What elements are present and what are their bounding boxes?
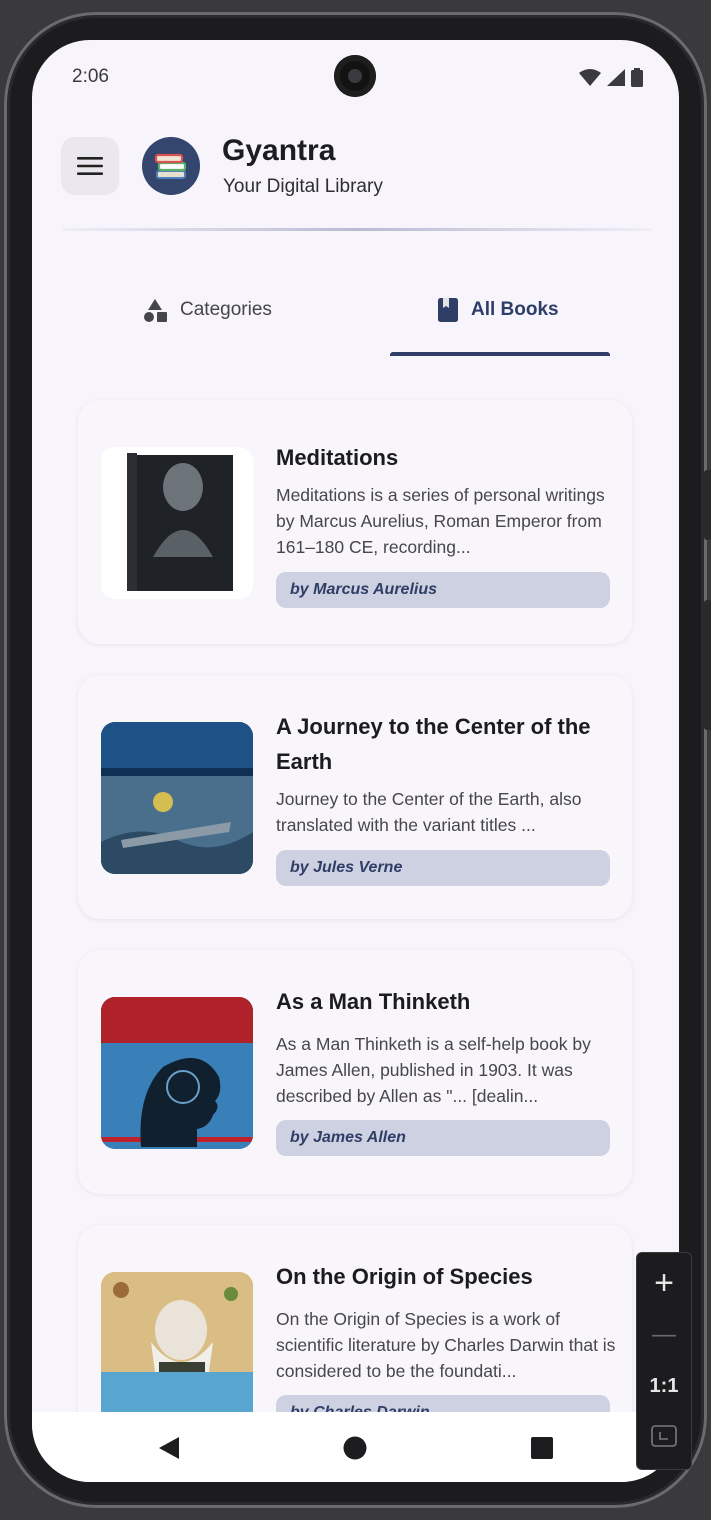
book-title: As a Man Thinketh xyxy=(276,989,471,1014)
author-chip: by James Allen xyxy=(276,1120,610,1156)
tab-active-indicator xyxy=(390,352,610,356)
wifi-icon xyxy=(579,68,601,86)
home-icon[interactable] xyxy=(343,1436,367,1460)
battery-icon xyxy=(631,68,643,87)
book-icon xyxy=(438,298,458,322)
book-title: Meditations xyxy=(276,445,399,470)
book-card[interactable]: A Journey to the Center of the Earth Jou… xyxy=(78,675,632,919)
book-description: As a Man Thinketh is a self-help book by… xyxy=(276,1034,591,1106)
shapes-icon xyxy=(144,299,167,322)
book-description: Journey to the Center of the Earth, also… xyxy=(276,789,582,835)
system-navigation-bar xyxy=(32,1412,679,1482)
status-icons xyxy=(579,68,643,87)
books-stack-icon xyxy=(154,153,187,179)
book-cover-image xyxy=(101,997,253,1149)
status-bar: 2:06 xyxy=(32,40,679,116)
device-screen: 2:06 Gyantra Your Digital Library Catego… xyxy=(32,40,679,1482)
tab-bar: Categories All Books xyxy=(32,270,679,360)
zoom-in-button[interactable]: + xyxy=(637,1261,691,1305)
fit-screen-button[interactable] xyxy=(637,1425,691,1455)
book-description: On the Origin of Species is a work of sc… xyxy=(276,1309,616,1381)
back-icon[interactable] xyxy=(157,1436,181,1460)
book-description: Meditations is a series of personal writ… xyxy=(276,485,605,557)
book-cover-image xyxy=(101,722,253,874)
tab-categories-label: Categories xyxy=(180,299,272,320)
tab-categories[interactable]: Categories xyxy=(142,270,272,350)
volume-button xyxy=(704,470,711,540)
book-cover-image xyxy=(101,1272,253,1424)
book-card[interactable]: Meditations Meditations is a series of p… xyxy=(78,400,632,644)
tab-all-books-label: All Books xyxy=(471,299,559,320)
zoom-out-button[interactable]: — xyxy=(637,1315,691,1355)
book-card[interactable]: As a Man Thinketh As a Man Thinketh is a… xyxy=(78,950,632,1194)
author-chip: by Marcus Aurelius xyxy=(276,572,610,608)
menu-button[interactable] xyxy=(61,137,119,195)
app-bar: Gyantra Your Digital Library xyxy=(32,130,679,240)
power-button xyxy=(704,600,711,730)
status-time: 2:06 xyxy=(72,66,109,87)
book-cover-image xyxy=(101,447,253,599)
app-subtitle: Your Digital Library xyxy=(223,176,383,197)
author-chip: by Jules Verne xyxy=(276,850,610,886)
front-camera xyxy=(334,55,376,97)
book-title: On the Origin of Species xyxy=(276,1264,533,1289)
emulator-zoom-panel: + — 1:1 xyxy=(636,1252,692,1470)
zoom-reset-button[interactable]: 1:1 xyxy=(637,1371,691,1401)
tab-all-books[interactable]: All Books xyxy=(437,270,559,350)
cellular-signal-icon xyxy=(607,68,625,86)
app-title: Gyantra xyxy=(222,134,336,167)
fit-screen-icon xyxy=(651,1425,677,1447)
app-logo xyxy=(142,137,200,195)
header-divider xyxy=(62,228,652,231)
hamburger-menu-icon xyxy=(77,157,103,175)
recents-icon[interactable] xyxy=(531,1437,553,1459)
book-title: A Journey to the Center of the Earth xyxy=(276,714,591,774)
